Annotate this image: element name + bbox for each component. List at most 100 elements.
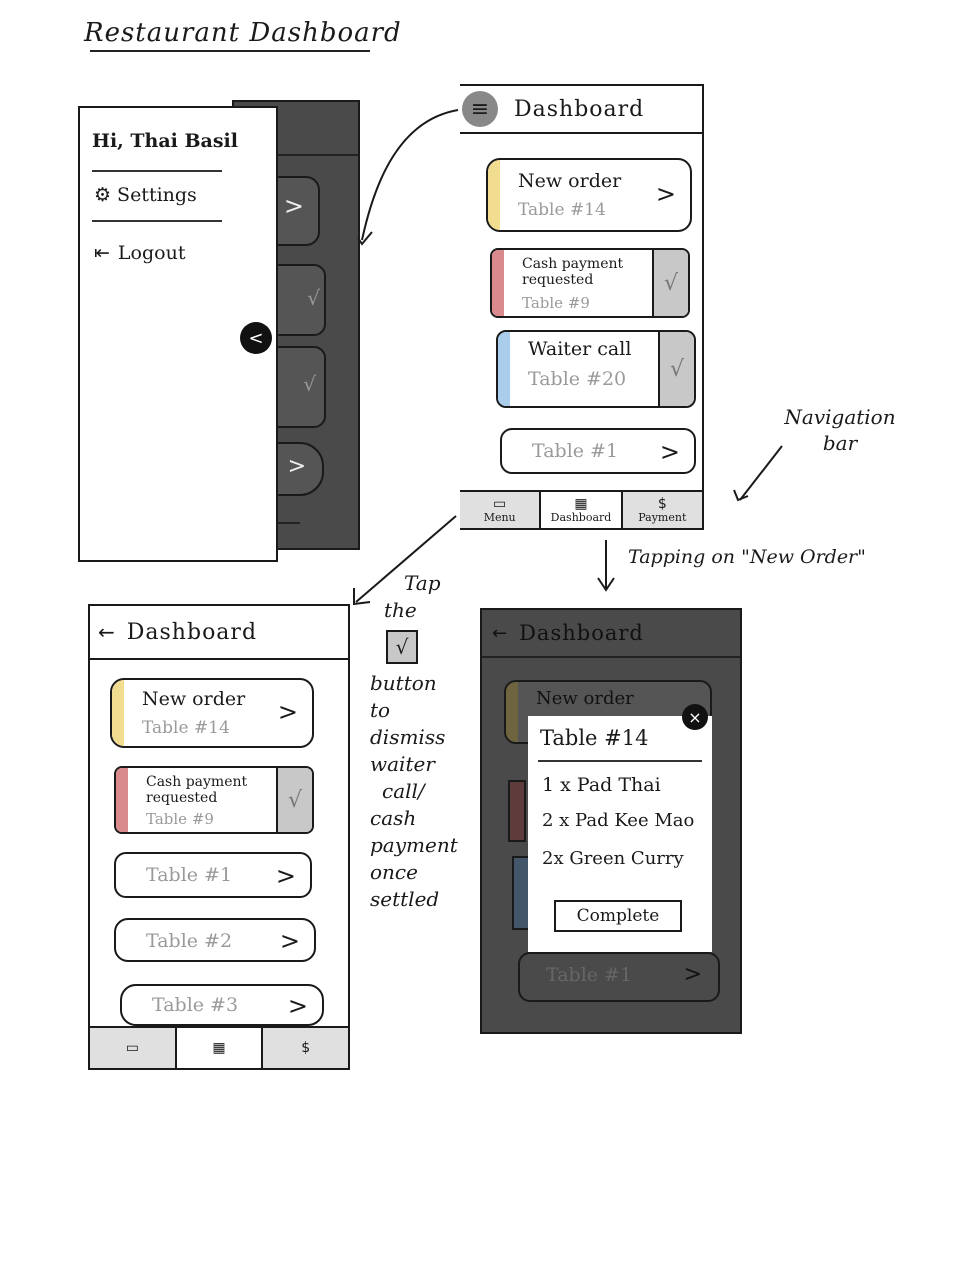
behind-check-icon: √: [303, 372, 316, 396]
nav-bar: ▭ ▦ $: [90, 1026, 349, 1068]
dismissed-screen: ← Dashboard New order Table #14 > Cash p…: [88, 604, 350, 1070]
card-title: Table #1: [532, 440, 619, 462]
annot-line: waiter: [370, 752, 435, 776]
card-cash-payment[interactable]: Cash payment requested Table #9 √: [114, 766, 314, 834]
card-cash-payment[interactable]: Cash payment requested Table #9 √: [490, 248, 690, 318]
gear-icon: ⚙: [94, 184, 112, 206]
card-new-order[interactable]: New order Table #14 >: [486, 158, 692, 232]
arrow-navigation-bar: [739, 445, 783, 501]
title-underline: [90, 50, 370, 52]
behind-chevron-icon: >: [287, 454, 306, 479]
annot-line: settled: [370, 887, 440, 911]
card-title: New order: [142, 688, 246, 710]
order-item: 1 x Pad Thai: [542, 774, 661, 796]
card-table-1[interactable]: Table #1 >: [114, 852, 312, 898]
order-title: Dashboard: [519, 621, 644, 645]
card-new-order[interactable]: New order Table #14 >: [110, 678, 314, 748]
card-title: Table #1: [146, 864, 233, 886]
payment-icon: $: [301, 1040, 311, 1056]
order-item: 2 x Pad Kee Mao: [542, 810, 695, 831]
logout-icon: ⇤: [94, 242, 110, 264]
behind-card-stripe-red: [508, 780, 526, 842]
annotation-tap-instruction: Tap the √ button to dismiss waiter call/…: [370, 570, 470, 913]
behind-table-card: Table #1 >: [518, 952, 720, 1002]
arrowhead: [353, 588, 371, 606]
menu-icon: ▭: [493, 495, 507, 512]
drawer-divider: [92, 170, 222, 172]
arrow-menu-to-drawer: [361, 109, 459, 241]
card-table-1[interactable]: Table #1 >: [500, 428, 696, 474]
order-modal: Table #14 1 x Pad Thai 2 x Pad Kee Mao 2…: [528, 716, 712, 952]
dashboard-title: Dashboard: [514, 96, 645, 122]
drawer-settings[interactable]: ⚙ Settings: [94, 184, 197, 206]
dashboard-screen: ≡ Dashboard New order Table #14 > Cash p…: [460, 84, 704, 530]
order-screen: ← Dashboard New order Table #1 > Table #…: [480, 608, 742, 1034]
settings-label: Settings: [117, 184, 197, 206]
drawer-greeting: Hi, Thai Basil: [92, 130, 238, 152]
behind-card-label: New order: [536, 688, 634, 709]
chevron-right-icon: >: [287, 992, 308, 1020]
dashboard-header: ≡ Dashboard: [460, 84, 702, 134]
complete-button[interactable]: Complete: [554, 900, 682, 932]
behind-chevron-icon: >: [283, 192, 304, 220]
behind-card-stripe: [506, 682, 518, 742]
annotation-navigation-bar: Navigation bar: [784, 405, 896, 455]
collapse-drawer-button[interactable]: <: [240, 322, 272, 354]
card-stripe: [492, 250, 504, 316]
arrowhead: [597, 577, 615, 592]
annot-line: call/: [382, 779, 425, 803]
modal-title: Table #14: [540, 726, 649, 750]
nav-bar: ▭ Menu ▦ Dashboard $ Payment: [460, 490, 702, 528]
card-stripe: [116, 768, 128, 832]
card-stripe: [112, 680, 124, 746]
nav-payment[interactable]: $: [263, 1028, 349, 1068]
drawer-logout[interactable]: ⇤ Logout: [94, 242, 185, 264]
dismiss-check-button[interactable]: √: [276, 768, 312, 832]
annot-check-box: √: [386, 630, 418, 664]
arrowhead: [733, 489, 749, 502]
nav-payment[interactable]: $ Payment: [622, 492, 702, 528]
annot-line: to: [370, 698, 391, 722]
behind-check-icon: √: [307, 286, 320, 310]
chevron-right-icon: >: [655, 180, 676, 208]
nav-menu[interactable]: ▭: [90, 1028, 177, 1068]
check-icon: √: [669, 356, 685, 382]
hamburger-button[interactable]: ≡: [462, 91, 498, 127]
order-header: ← Dashboard: [482, 610, 740, 658]
dismiss-check-button[interactable]: √: [652, 250, 688, 316]
drawer-divider: [92, 220, 222, 222]
card-stripe: [488, 160, 500, 230]
check-icon: √: [395, 634, 409, 659]
drawer-screen: rd > nt √ √ > Hi, Thai Basil ⚙ Settings …: [72, 100, 362, 562]
check-icon: √: [287, 787, 303, 813]
card-title: Table #3: [152, 994, 239, 1016]
annot-line: the: [384, 598, 417, 622]
dismissed-header: ← Dashboard: [90, 604, 348, 660]
back-arrow-icon[interactable]: ←: [492, 623, 507, 644]
card-waiter-call[interactable]: Waiter call Table #20 √: [496, 330, 696, 408]
chevron-right-icon: >: [683, 962, 702, 987]
card-table-3[interactable]: Table #3 >: [120, 984, 324, 1026]
annot-line: payment: [370, 833, 458, 857]
menu-icon: ▭: [125, 1040, 139, 1056]
chevron-left-icon: <: [248, 327, 264, 349]
nav-payment-label: Payment: [638, 510, 687, 524]
chevron-right-icon: >: [277, 698, 298, 726]
card-subtitle: Table #9: [522, 294, 590, 312]
close-modal-button[interactable]: ×: [682, 704, 708, 730]
nav-dashboard-label: Dashboard: [550, 510, 612, 524]
card-title: Table #2: [146, 930, 233, 952]
dashboard-icon: ▦: [574, 495, 588, 512]
nav-menu-label: Menu: [483, 510, 516, 524]
dismiss-check-button[interactable]: √: [658, 332, 694, 406]
nav-dashboard[interactable]: ▦: [177, 1028, 264, 1068]
annot-line: once: [370, 860, 418, 884]
nav-menu[interactable]: ▭ Menu: [460, 492, 542, 528]
dashboard-icon: ▦: [212, 1040, 226, 1056]
annot-line: dismiss: [370, 725, 446, 749]
nav-dashboard[interactable]: ▦ Dashboard: [541, 492, 623, 528]
card-subtitle: Table #14: [518, 200, 606, 220]
back-arrow-icon[interactable]: ←: [98, 620, 115, 644]
modal-divider: [538, 760, 702, 762]
card-table-2[interactable]: Table #2 >: [114, 918, 316, 962]
